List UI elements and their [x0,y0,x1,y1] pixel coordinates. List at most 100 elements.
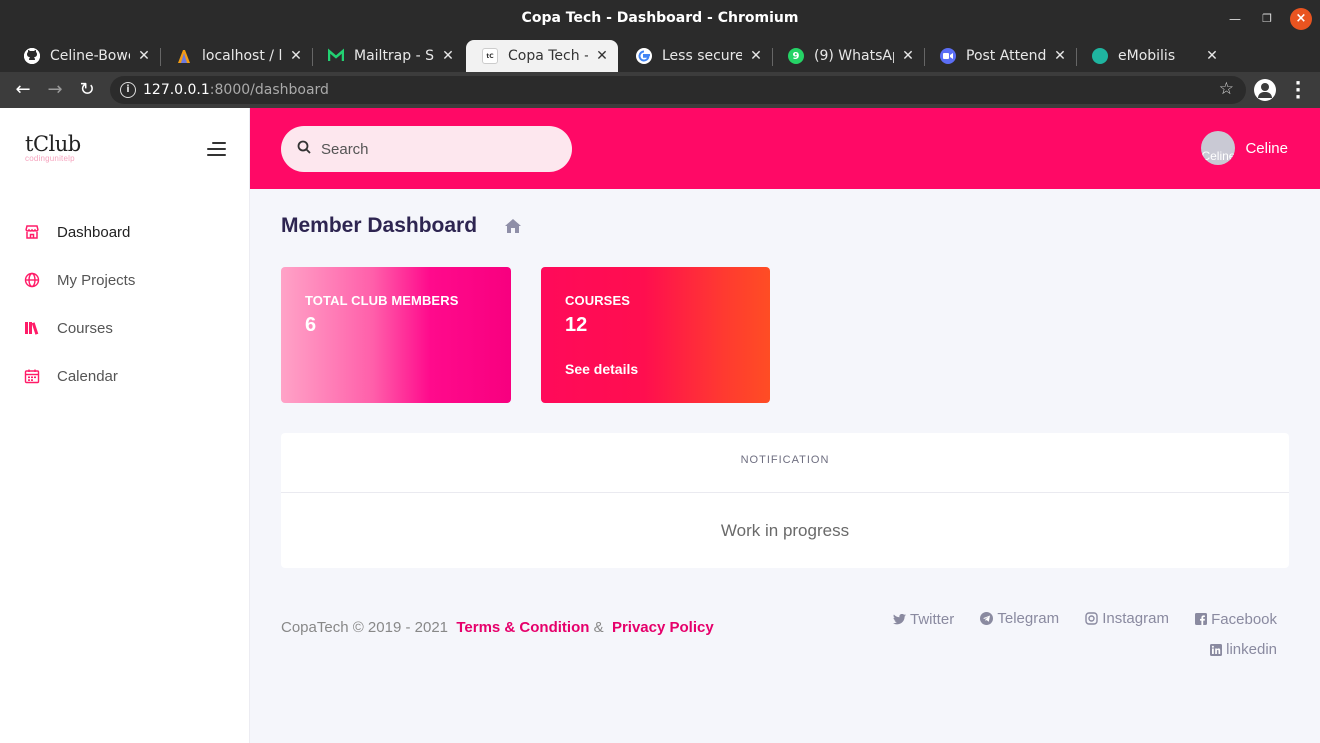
footer-social: Twitter Telegram Instagram Facebook link… [877,604,1277,666]
browser-tab[interactable]: localhost / lo ✕ [160,40,313,72]
sidebar-item-dashboard[interactable]: Dashboard [0,208,250,256]
stat-card-courses: COURSES 12 See details [541,267,770,403]
social-label: Facebook [1211,610,1277,628]
facebook-icon [1195,613,1208,625]
reload-button[interactable]: ↻ [75,78,99,102]
stat-card-members: TOTAL CLUB MEMBERS 6 [281,267,511,403]
sidebar-item-label: My Projects [57,271,136,289]
stat-value: 12 [565,314,588,336]
tab-label: eMobilis [1118,48,1176,64]
user-name[interactable]: Celine [1245,140,1288,157]
tab-label: Less secure a [662,48,742,64]
emobilis-icon [1092,48,1108,64]
tab-label: localhost / lo [202,48,282,64]
globe-icon [24,272,40,288]
browser-tab[interactable]: 9 (9) WhatsApp ✕ [772,40,925,72]
url-host: 127.0.0.1 [143,82,210,98]
stat-value: 6 [305,314,317,336]
minimize-button[interactable]: — [1224,8,1246,30]
google-icon [636,48,652,64]
close-tab-icon[interactable]: ✕ [288,48,304,64]
tab-label: Celine-Bowen [50,48,130,64]
close-tab-icon[interactable]: ✕ [1204,48,1220,64]
twitter-icon [893,614,907,625]
tab-label: (9) WhatsApp [814,48,894,64]
close-tab-icon[interactable]: ✕ [136,48,152,64]
social-link-linkedin[interactable]: linkedin [1210,635,1277,664]
close-tab-icon[interactable]: ✕ [900,48,916,64]
browser-tab-active[interactable]: tC Copa Tech - D ✕ [466,40,618,72]
footer-copyright: CopaTech © 2019 - 2021 Terms & Condition… [281,619,714,636]
sidebar-item-my-projects[interactable]: My Projects [0,256,250,304]
sidebar: tClub codingunitelp Dashboard My Project… [0,108,250,743]
url-path: :8000/dashboard [209,82,329,98]
browser-toolbar: ← → ↻ i 127.0.0.1:8000/dashboard ☆ [0,72,1320,108]
close-window-button[interactable]: × [1290,8,1312,30]
main-content: Celine Celine Member Dashboard TOTAL CLU… [250,108,1320,743]
social-link-facebook[interactable]: Facebook [1195,605,1277,634]
close-tab-icon[interactable]: ✕ [440,48,456,64]
site-info-icon[interactable]: i [120,82,136,98]
see-details-link[interactable]: See details [565,361,746,377]
search-input[interactable] [321,140,551,158]
linkedin-icon [1210,643,1223,656]
browser-tab[interactable]: Celine-Bowen ✕ [8,40,161,72]
store-icon [24,224,40,240]
forward-button[interactable]: → [43,78,67,102]
sidebar-item-calendar[interactable]: Calendar [0,352,250,400]
search-box[interactable] [281,126,572,172]
social-link-instagram[interactable]: Instagram [1085,604,1169,633]
sidebar-item-courses[interactable]: Courses [0,304,250,352]
tab-label: Mailtrap - Saf [354,48,434,64]
whatsapp-icon: 9 [788,48,804,64]
back-button[interactable]: ← [11,78,35,102]
browser-tab[interactable]: Less secure a ✕ [620,40,773,72]
search-icon [297,140,311,159]
calendar-icon [24,368,40,384]
logo[interactable]: tClub codingunitelp [25,132,81,163]
github-icon [24,48,40,64]
profile-icon[interactable] [1254,79,1276,101]
menu-toggle-icon[interactable] [207,142,226,156]
phpmyadmin-icon [176,48,192,64]
tab-label: Copa Tech - D [508,48,588,64]
address-bar[interactable]: i 127.0.0.1:8000/dashboard ☆ [110,76,1246,104]
close-tab-icon[interactable]: ✕ [748,48,764,64]
window-title: Copa Tech - Dashboard - Chromium [521,10,799,26]
browser-tab[interactable]: Post Attende ✕ [924,40,1077,72]
footer-amp: & [593,619,604,636]
page-header: Member Dashboard [281,214,522,238]
avatar[interactable]: Celine [1201,131,1236,165]
url-text: 127.0.0.1:8000/dashboard [143,82,329,98]
stat-label: COURSES [565,293,630,308]
terms-link[interactable]: Terms & Condition [456,619,589,636]
social-label: Twitter [910,611,955,628]
privacy-link[interactable]: Privacy Policy [612,619,714,636]
page-title: Member Dashboard [281,214,478,237]
sidebar-menu: Dashboard My Projects Courses Calendar [0,208,250,400]
social-label: Telegram [997,610,1060,627]
topbar: Celine Celine [250,108,1320,189]
user-menu[interactable]: Celine Celine [1201,131,1288,165]
maximize-button[interactable]: ❐ [1256,8,1278,30]
bookmark-star-icon[interactable]: ☆ [1219,79,1234,99]
zoom-icon [940,48,956,64]
sidebar-item-label: Dashboard [57,223,131,241]
home-icon[interactable] [505,219,522,233]
close-tab-icon[interactable]: ✕ [594,48,610,64]
tab-label: Post Attende [966,48,1046,64]
social-link-twitter[interactable]: Twitter [893,605,954,634]
close-tab-icon[interactable]: ✕ [1052,48,1068,64]
mailtrap-icon [328,48,344,64]
books-icon [24,320,40,336]
copyright-text: CopaTech © 2019 - 2021 [281,619,448,636]
sidebar-item-label: Courses [57,319,113,337]
logo-brand: tClub [25,132,81,156]
tclub-icon: tC [482,48,498,64]
browser-tab[interactable]: Mailtrap - Saf ✕ [312,40,464,72]
social-link-telegram[interactable]: Telegram [980,604,1059,633]
browser-menu-icon[interactable]: · · · [1288,75,1308,107]
notification-body: Work in progress [720,521,850,540]
browser-tab[interactable]: eMobilis ✕ [1076,40,1228,72]
stat-label: TOTAL CLUB MEMBERS [305,293,459,308]
